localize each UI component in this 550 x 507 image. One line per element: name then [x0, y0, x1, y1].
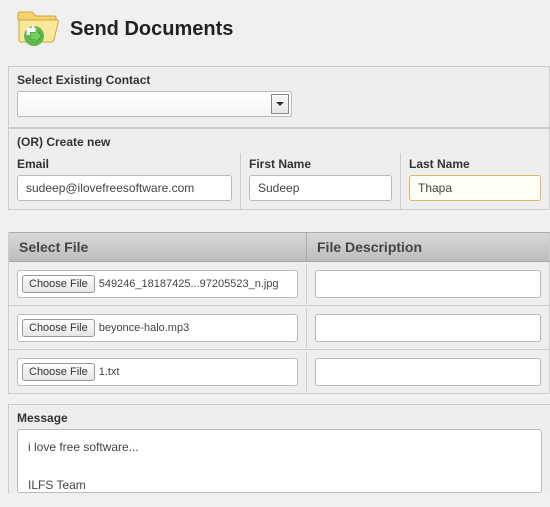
desc-cell — [307, 352, 549, 392]
file-name: 549246_18187425...97205523_n.jpg — [99, 278, 279, 290]
create-new-row: Email First Name Last Name — [9, 153, 549, 210]
desc-cell — [307, 308, 549, 348]
existing-contact-dropdown[interactable] — [17, 91, 292, 117]
select-contact-row — [9, 91, 549, 128]
col-select-file: Select File — [9, 233, 307, 261]
page-header: Send Documents — [0, 0, 550, 66]
file-cell: Choose File beyonce-halo.mp3 — [9, 308, 307, 348]
file-description-field[interactable] — [315, 314, 541, 342]
file-description-field[interactable] — [315, 358, 541, 386]
choose-file-button[interactable]: Choose File — [22, 363, 95, 381]
file-cell: Choose File 549246_18187425...97205523_n… — [9, 264, 307, 304]
file-picker: Choose File 549246_18187425...97205523_n… — [17, 270, 298, 298]
choose-file-button[interactable]: Choose File — [22, 275, 95, 293]
email-cell: Email — [9, 153, 241, 209]
file-table: Select File File Description Choose File… — [8, 232, 550, 394]
file-name: beyonce-halo.mp3 — [99, 322, 190, 334]
firstname-cell: First Name — [241, 153, 401, 209]
desc-cell — [307, 264, 549, 304]
table-row: Choose File beyonce-halo.mp3 — [9, 306, 549, 350]
col-file-description: File Description — [307, 239, 549, 255]
contact-section: Select Existing Contact (OR) Create new … — [8, 66, 550, 210]
message-textarea[interactable]: i love free software... ILFS Team — [17, 429, 542, 493]
or-create-label: (OR) Create new — [9, 128, 549, 153]
spacer — [0, 210, 550, 232]
lastname-cell: Last Name — [401, 153, 549, 209]
firstname-field[interactable] — [249, 175, 392, 201]
firstname-label: First Name — [249, 157, 392, 171]
lastname-label: Last Name — [409, 157, 541, 171]
email-label: Email — [17, 157, 232, 171]
file-description-field[interactable] — [315, 270, 541, 298]
chevron-down-icon[interactable] — [271, 94, 289, 114]
message-label: Message — [9, 405, 550, 429]
page-title: Send Documents — [70, 18, 233, 41]
choose-file-button[interactable]: Choose File — [22, 319, 95, 337]
email-field[interactable] — [17, 175, 232, 201]
message-section: Message i love free software... ILFS Tea… — [8, 404, 550, 493]
select-contact-label: Select Existing Contact — [9, 67, 549, 91]
lastname-field[interactable] — [409, 175, 541, 201]
folder-send-icon — [16, 10, 60, 48]
file-name: 1.txt — [99, 366, 120, 378]
table-row: Choose File 1.txt — [9, 350, 549, 394]
file-table-header: Select File File Description — [9, 232, 549, 262]
file-picker: Choose File beyonce-halo.mp3 — [17, 314, 298, 342]
file-picker: Choose File 1.txt — [17, 358, 298, 386]
table-row: Choose File 549246_18187425...97205523_n… — [9, 262, 549, 306]
file-cell: Choose File 1.txt — [9, 352, 307, 392]
